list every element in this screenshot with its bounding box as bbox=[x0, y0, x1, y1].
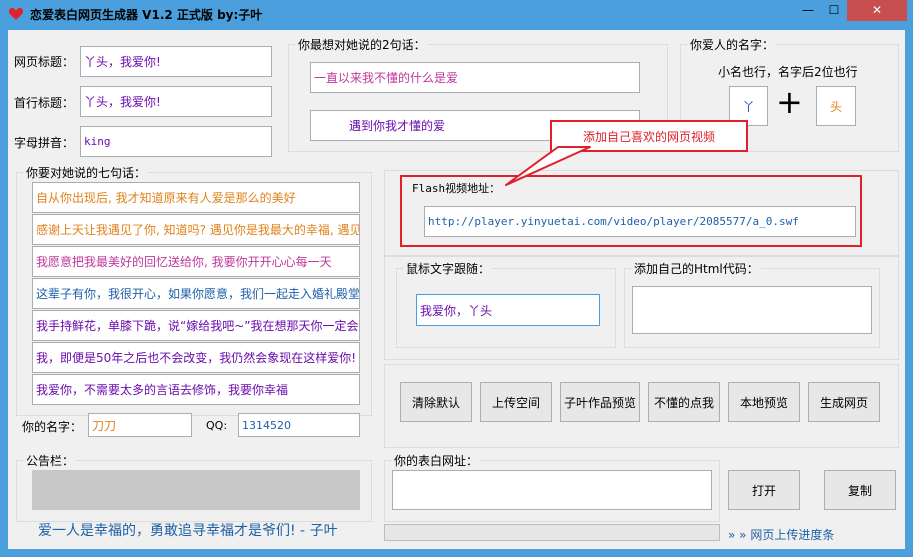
sentence-line-1-input[interactable]: 自从你出现后, 我才知道原来有人爱是那么的美好 bbox=[32, 182, 360, 213]
notice-group-title: 公告栏： bbox=[24, 452, 77, 469]
upload-progress-bar bbox=[384, 524, 720, 541]
url-group-title: 你的表白网址： bbox=[392, 452, 481, 469]
main-panel: 网页标题： 丫头，我爱你! 首行标题： 丫头，我爱你! 字母拼音： king 你… bbox=[8, 30, 905, 549]
qq-input[interactable]: 1314520 bbox=[238, 413, 360, 437]
slogan-text: 爱一人是幸福的，勇敢追寻幸福才是爷们! - 子叶 bbox=[38, 523, 338, 539]
qq-label: QQ: bbox=[206, 419, 228, 432]
names-group-title: 你爱人的名字： bbox=[688, 36, 777, 53]
notice-board bbox=[32, 470, 360, 510]
maximize-button[interactable]: ☐ bbox=[821, 0, 847, 21]
your-name-label: 你的名字： bbox=[22, 420, 83, 434]
names-hint: 小名也行，名字后2位也行 bbox=[718, 65, 858, 79]
name-char-2-input[interactable]: 头 bbox=[816, 86, 856, 126]
heart-icon bbox=[8, 8, 24, 20]
help-button[interactable]: 不懂的点我 bbox=[648, 382, 720, 422]
generate-page-button[interactable]: 生成网页 bbox=[808, 382, 880, 422]
sentence-1-input[interactable]: 一直以来我不懂的什么是爱 bbox=[310, 62, 640, 93]
window-title: 恋爱表白网页生成器 V1.2 正式版 by:子叶 bbox=[30, 8, 263, 22]
sentence-line-2-input[interactable]: 感谢上天让我遇见了你, 知道吗? 遇见你是我最大的幸福, 遇见 bbox=[32, 214, 360, 245]
mouse-text-input[interactable]: 我爱你，丫头 bbox=[416, 294, 600, 326]
sentence-line-7-input[interactable]: 我爱你，不需要太多的言语去修饰，我要你幸福 bbox=[32, 374, 360, 405]
page-title-input[interactable]: 丫头，我爱你! bbox=[80, 46, 272, 77]
seven-lines-group-title: 你要对她说的七句话： bbox=[24, 164, 149, 181]
callout-pointer bbox=[505, 146, 591, 186]
plus-sign: + bbox=[776, 83, 803, 121]
clear-defaults-button[interactable]: 清除默认 bbox=[400, 382, 472, 422]
url-output-input[interactable] bbox=[392, 470, 712, 510]
title-bar: 恋爱表白网页生成器 V1.2 正式版 by:子叶 — ☐ ✕ bbox=[0, 0, 913, 28]
progress-label: » » 网页上传进度条 bbox=[728, 528, 835, 542]
sentence-line-5-input[interactable]: 我手持鲜花，单膝下跪，说“嫁给我吧~”我在想那天你一定会 bbox=[32, 310, 360, 341]
flash-url-input[interactable]: http://player.yinyuetai.com/video/player… bbox=[424, 206, 856, 237]
sentence-line-4-input[interactable]: 这辈子有你，我很开心，如果你愿意，我们一起走入婚礼殿堂 bbox=[32, 278, 360, 309]
pinyin-input[interactable]: king bbox=[80, 126, 272, 157]
first-title-input[interactable]: 丫头，我爱你! bbox=[80, 86, 272, 117]
sentence-line-6-input[interactable]: 我，即便是50年之后也不会改变，我仍然会象现在这样爱你! bbox=[32, 342, 360, 373]
open-button[interactable]: 打开 bbox=[728, 470, 800, 510]
pinyin-label: 字母拼音： bbox=[14, 136, 75, 150]
close-button[interactable]: ✕ bbox=[847, 0, 907, 21]
mouse-text-group-title: 鼠标文字跟随： bbox=[404, 260, 493, 277]
app-window: 恋爱表白网页生成器 V1.2 正式版 by:子叶 — ☐ ✕ 网页标题： 丫头，… bbox=[0, 0, 913, 557]
sentence-line-3-input[interactable]: 我愿意把我最美好的回忆送给你, 我要你开开心心每一天 bbox=[32, 246, 360, 277]
copy-button[interactable]: 复制 bbox=[824, 470, 896, 510]
local-preview-button[interactable]: 本地预览 bbox=[728, 382, 800, 422]
first-title-label: 首行标题： bbox=[14, 96, 75, 110]
minimize-button[interactable]: — bbox=[795, 0, 821, 21]
html-code-group-title: 添加自己的Html代码： bbox=[632, 260, 761, 277]
preview-works-button[interactable]: 子叶作品预览 bbox=[560, 382, 640, 422]
page-title-label: 网页标题： bbox=[14, 55, 75, 69]
two-lines-group-title: 你最想对她说的2句话： bbox=[296, 36, 428, 53]
your-name-input[interactable]: 刀刀 bbox=[88, 413, 192, 437]
upload-space-button[interactable]: 上传空间 bbox=[480, 382, 552, 422]
html-code-input[interactable] bbox=[632, 286, 872, 334]
